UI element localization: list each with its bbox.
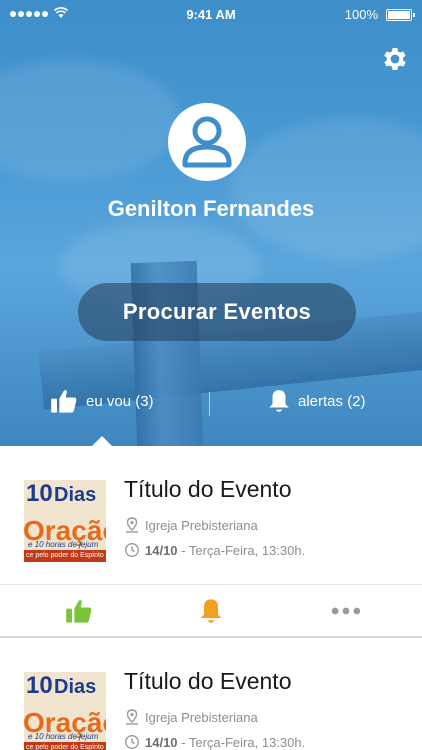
background-cloud (0, 60, 180, 180)
stats-divider (209, 392, 210, 416)
event-thumbnail: 10 Dias Oração e 10 horas de jejum ce pe… (24, 480, 106, 562)
event-day-time: - Terça-Feira, 13:30h. (177, 734, 306, 750)
more-button[interactable] (331, 598, 361, 624)
going-tab[interactable]: eu vou (3) (50, 388, 154, 414)
event-location-text: Igreja Prebisteriana (145, 517, 258, 533)
thumb-text: Dias (54, 676, 97, 698)
status-bar: 9:41 AM 100% (0, 0, 422, 30)
event-actions (0, 584, 422, 636)
thumb-text: ce pelo poder do Espírito (24, 742, 106, 750)
user-icon (182, 116, 232, 168)
profile-name: Genilton Fernandes (107, 196, 315, 221)
thumbs-up-icon (66, 600, 92, 623)
bell-icon (269, 390, 289, 412)
thumb-text: Dias (54, 484, 97, 506)
alert-button[interactable] (196, 598, 226, 624)
map-pin-icon (126, 517, 138, 533)
search-events-button[interactable]: Procurar Eventos (78, 283, 356, 341)
event-location: Igreja Prebisteriana (124, 709, 258, 725)
thumb-text: 10 (26, 480, 53, 507)
clock-icon (124, 734, 140, 750)
event-datetime: 14/10 - Terça-Feira, 13:30h. (124, 542, 305, 558)
gear-icon[interactable] (380, 44, 410, 74)
alerts-count: alertas (2) (298, 392, 366, 410)
thumb-text: ce pelo poder do Espírito (24, 550, 106, 562)
event-card[interactable]: 10 Dias Oração e 10 horas de jejum ce pe… (0, 446, 422, 638)
more-icon (331, 607, 361, 615)
thumbs-up-icon (51, 390, 77, 413)
profile-stats: eu vou (3) alertas (2) (0, 388, 422, 424)
event-location: Igreja Prebisteriana (124, 517, 258, 533)
background-cloud (230, 120, 422, 260)
profile-header: 9:41 AM 100% Genilton Fernandes Procurar… (0, 0, 422, 446)
alerts-tab[interactable]: alertas (2) (268, 388, 366, 414)
bell-icon (200, 599, 222, 623)
event-date: 14/10 (145, 542, 178, 558)
clock-icon (124, 542, 140, 558)
map-pin-icon (126, 709, 138, 725)
event-title[interactable]: Título do Evento (124, 668, 292, 695)
thumb-text: 10 (26, 672, 53, 699)
battery-icon (386, 9, 415, 21)
thumb-text: e 10 horas de jejum (28, 540, 99, 549)
avatar[interactable] (168, 103, 246, 181)
tab-indicator (92, 436, 112, 446)
event-thumbnail: 10 Dias Oração e 10 horas de jejum ce pe… (24, 672, 106, 750)
event-title[interactable]: Título do Evento (124, 476, 292, 503)
going-count: eu vou (3) (86, 392, 154, 410)
event-card[interactable]: 10 Dias Oração e 10 horas de jejum ce pe… (0, 638, 422, 750)
thumb-text: e 10 horas de jejum (28, 732, 99, 741)
event-day-time: - Terça-Feira, 13:30h. (177, 542, 306, 558)
battery-percent: 100% (344, 7, 378, 22)
like-button[interactable] (64, 598, 94, 624)
event-date: 14/10 (145, 734, 178, 750)
event-datetime: 14/10 - Terça-Feira, 13:30h. (124, 734, 305, 750)
event-location-text: Igreja Prebisteriana (145, 709, 258, 725)
